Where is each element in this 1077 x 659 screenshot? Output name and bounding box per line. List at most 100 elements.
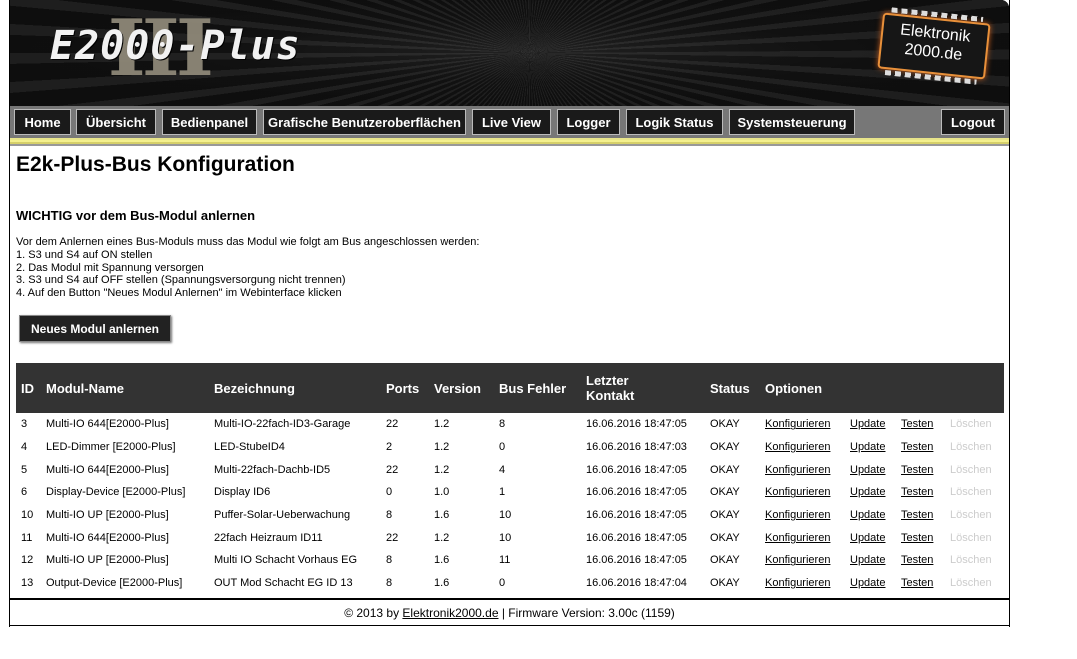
configure-link[interactable]: Konfigurieren (765, 486, 830, 498)
cell-id: 10 (21, 509, 34, 522)
nav-live-view[interactable]: Live View (472, 109, 551, 135)
nav-overview[interactable]: Übersicht (76, 109, 156, 135)
nav-graphic-ui[interactable]: Grafische Benutzeroberflächen (263, 109, 466, 135)
elektronik2000-chip-logo[interactable]: Elektronik 2000.de (877, 12, 991, 80)
cell-version: 1.6 (434, 509, 450, 522)
cell-version: 1.2 (434, 463, 450, 476)
instructions: Vor dem Anlernen eines Bus-Moduls muss d… (16, 236, 479, 300)
test-link[interactable]: Testen (901, 418, 933, 430)
cell-bus-errors: 4 (499, 463, 506, 476)
cell-designation: OUT Mod Schacht EG ID 13 (214, 577, 353, 590)
table-row: 13 Output-Device [E2000-Plus] OUT Mod Scha… (16, 572, 1004, 595)
update-link[interactable]: Update (850, 464, 885, 476)
configure-link[interactable]: Konfigurieren (765, 532, 830, 544)
nav-logger[interactable]: Logger (557, 109, 620, 135)
cell-bus-errors: 0 (499, 577, 506, 590)
cell-version: 1.2 (434, 441, 450, 454)
table-row: 4 LED-Dimmer [E2000-Plus] LED-StubeID4 2 1.2… (16, 436, 1004, 459)
test-link[interactable]: Testen (901, 441, 933, 453)
cell-ports: 2 (386, 441, 393, 454)
configure-link[interactable]: Konfigurieren (765, 554, 830, 566)
cell-id: 4 (21, 441, 28, 454)
cell-bus-errors: 8 (499, 418, 506, 431)
cell-last-contact: 16.06.2016 18:47:05 (586, 509, 687, 522)
module-table: ID Modul-Name Bezeichnung Ports Version … (16, 363, 1005, 595)
nav-logout[interactable]: Logout (941, 109, 1005, 135)
footer-link[interactable]: Elektronik2000.de (402, 606, 498, 620)
cell-module-name: Multi-IO 644[E2000-Plus] (46, 531, 169, 544)
cell-designation: LED-StubeID4 (214, 441, 285, 454)
cell-id: 5 (21, 463, 28, 476)
col-header-last-contact: Letzter Kontakt (581, 363, 705, 413)
cell-last-contact: 16.06.2016 18:47:05 (586, 486, 687, 499)
configure-link[interactable]: Konfigurieren (765, 441, 830, 453)
cell-status: OKAY (710, 441, 740, 454)
cell-status: OKAY (710, 577, 740, 590)
test-link[interactable]: Testen (901, 532, 933, 544)
table-row: 11 Multi-IO 644[E2000-Plus] 22fach Heizrau… (16, 526, 1004, 549)
update-link[interactable]: Update (850, 441, 885, 453)
instruction-step: 1. S3 und S4 auf ON stellen (16, 248, 153, 261)
cell-last-contact: 16.06.2016 18:47:05 (586, 531, 687, 544)
cell-ports: 8 (386, 554, 393, 567)
cell-ports: 0 (386, 486, 393, 499)
nav-home[interactable]: Home (14, 109, 71, 135)
col-header-version: Version (434, 380, 481, 396)
cell-module-name: Multi-IO 644[E2000-Plus] (46, 463, 169, 476)
delete-link: Löschen (950, 554, 992, 567)
update-link[interactable]: Update (850, 509, 885, 521)
delete-link: Löschen (950, 531, 992, 544)
cell-status: OKAY (710, 486, 740, 499)
cell-ports: 8 (386, 509, 393, 522)
warning-heading: WICHTIG vor dem Bus-Modul anlernen (16, 208, 256, 223)
table-header-row: ID Modul-Name Bezeichnung Ports Version … (16, 363, 1005, 413)
nav-system-control[interactable]: Systemsteuerung (729, 109, 855, 135)
test-link[interactable]: Testen (901, 464, 933, 476)
configure-link[interactable]: Konfigurieren (765, 464, 830, 476)
cell-last-contact: 16.06.2016 18:47:05 (586, 418, 687, 431)
col-header-last-contact-line1: Letzter (586, 373, 629, 388)
test-link[interactable]: Testen (901, 554, 933, 566)
page-title: E2k-Plus-Bus Konfiguration (16, 153, 295, 176)
nav-logic-status[interactable]: Logik Status (626, 109, 723, 135)
new-module-button[interactable]: Neues Modul anlernen (19, 315, 171, 342)
cell-bus-errors: 0 (499, 441, 506, 454)
cell-id: 12 (21, 554, 34, 567)
cell-last-contact: 16.06.2016 18:47:05 (586, 463, 687, 476)
col-header-id: ID (21, 380, 34, 396)
update-link[interactable]: Update (850, 418, 885, 430)
main-nav: Home Übersicht Bedienpanel Grafische Ben… (10, 106, 1009, 138)
nav-control-panel[interactable]: Bedienpanel (162, 109, 257, 135)
test-link[interactable]: Testen (901, 486, 933, 498)
test-link[interactable]: Testen (901, 577, 933, 589)
cell-id: 3 (21, 418, 28, 431)
page-frame: III E2000-Plus Elektronik 2000.de Home Ü… (9, 0, 1010, 627)
cell-version: 1.2 (434, 418, 450, 431)
delete-link: Löschen (950, 509, 992, 522)
cell-module-name: LED-Dimmer [E2000-Plus] (46, 441, 176, 454)
cell-version: 1.6 (434, 577, 450, 590)
update-link[interactable]: Update (850, 554, 885, 566)
update-link[interactable]: Update (850, 486, 885, 498)
footer-firmware: | Firmware Version: 3.00c (1159) (498, 606, 675, 620)
cell-status: OKAY (710, 531, 740, 544)
cell-bus-errors: 10 (499, 531, 512, 544)
col-header-designation: Bezeichnung (214, 380, 295, 396)
header-banner: III E2000-Plus Elektronik 2000.de (10, 0, 1009, 106)
test-link[interactable]: Testen (901, 509, 933, 521)
cell-designation: Display ID6 (214, 486, 271, 499)
cell-designation: Multi-IO-22fach-ID3-Garage (214, 418, 351, 431)
update-link[interactable]: Update (850, 577, 885, 589)
cell-designation: Puffer-Solar-Ueberwachung (214, 509, 351, 522)
col-header-last-contact-line2: Kontakt (586, 388, 635, 403)
update-link[interactable]: Update (850, 532, 885, 544)
delete-link: Löschen (950, 418, 992, 431)
configure-link[interactable]: Konfigurieren (765, 418, 830, 430)
cell-designation: Multi IO Schacht Vorhaus EG (214, 554, 358, 567)
configure-link[interactable]: Konfigurieren (765, 509, 830, 521)
cell-bus-errors: 10 (499, 509, 512, 522)
configure-link[interactable]: Konfigurieren (765, 577, 830, 589)
col-header-options: Optionen (765, 380, 823, 396)
table-row: 5 Multi-IO 644[E2000-Plus] Multi-22fach-Da… (16, 458, 1004, 481)
cell-module-name: Display-Device [E2000-Plus] (46, 486, 186, 499)
